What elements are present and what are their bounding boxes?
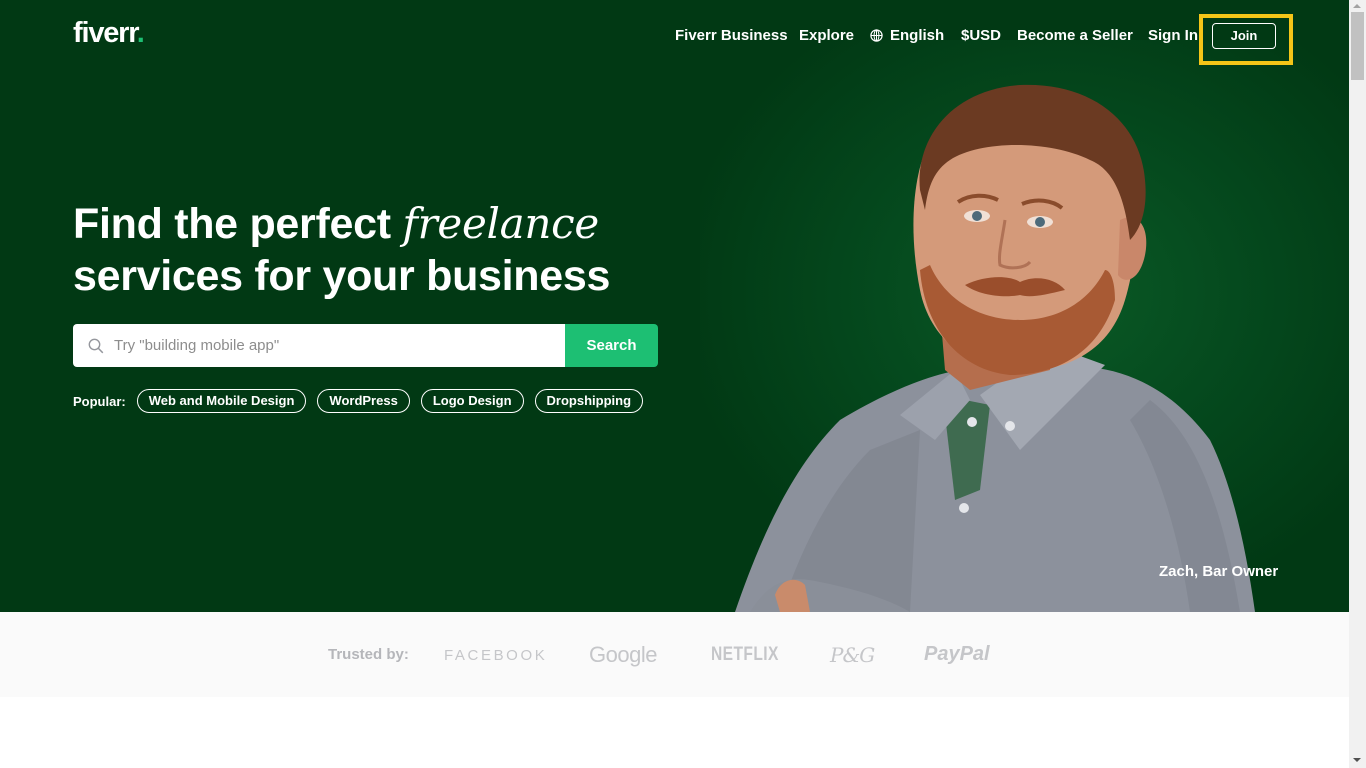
shirt-button [1005, 421, 1015, 431]
nav-currency[interactable]: $USD [961, 26, 1001, 46]
nav-explore[interactable]: Explore [799, 26, 854, 46]
nav-become-seller[interactable]: Become a Seller [1017, 26, 1133, 46]
popular-tag[interactable]: Logo Design [420, 389, 524, 413]
nav-sign-in[interactable]: Sign In [1148, 26, 1198, 46]
logo-dot: . [136, 17, 145, 49]
search-icon [88, 338, 104, 353]
left-iris [972, 211, 982, 221]
search-field[interactable] [73, 324, 565, 367]
popular-tag[interactable]: Dropshipping [534, 389, 644, 413]
headline-part1: Find the perfect [73, 200, 403, 248]
scrollbar-thumb[interactable] [1351, 12, 1364, 80]
page: fiverr. Fiverr Business Explore English … [0, 0, 1349, 768]
pg-logo: P&G [830, 643, 875, 667]
shirt-button [959, 503, 969, 513]
google-logo: Google [589, 642, 657, 667]
headline-line2: services for your business [73, 252, 611, 300]
join-button[interactable]: Join [1212, 23, 1276, 49]
popular-tag[interactable]: WordPress [317, 389, 410, 413]
search-bar: Search [73, 324, 658, 367]
nav-fiverr-business[interactable]: Fiverr Business [675, 26, 788, 46]
language-label: English [890, 27, 945, 44]
trusted-label: Trusted by: [328, 646, 409, 663]
netflix-logo: NETFLIX [711, 644, 779, 665]
facebook-logo: FACEBOOK [444, 647, 548, 664]
vertical-scrollbar[interactable] [1349, 0, 1366, 768]
logo-text: fiverr [73, 17, 138, 49]
headline-italic: freelance [402, 199, 599, 248]
nav-language[interactable]: English [870, 26, 944, 46]
search-input[interactable] [114, 337, 534, 354]
globe-icon [870, 29, 883, 42]
trusted-by-section: Trusted by: FACEBOOK Google NETFLIX P&G … [0, 612, 1349, 697]
hero-section: fiverr. Fiverr Business Explore English … [0, 0, 1349, 612]
scroll-down-arrow-icon[interactable] [1353, 758, 1361, 762]
site-header: fiverr. Fiverr Business Explore English … [0, 0, 1349, 72]
popular-tag[interactable]: Web and Mobile Design [136, 389, 307, 413]
popular-tags: Popular: Web and Mobile Design WordPress… [73, 389, 654, 413]
popular-label: Popular: [73, 393, 126, 409]
fiverr-logo[interactable]: fiverr. [73, 16, 145, 50]
right-iris [1035, 217, 1045, 227]
shirt-button [967, 417, 977, 427]
hero-headline: Find the perfect freelance services for … [73, 198, 610, 302]
hero-caption: Zach, Bar Owner [1159, 563, 1279, 580]
paypal-logo: PayPal [924, 643, 990, 665]
search-button[interactable]: Search [565, 324, 658, 367]
scroll-up-arrow-icon[interactable] [1353, 4, 1361, 8]
hero-person-image [735, 84, 1255, 612]
